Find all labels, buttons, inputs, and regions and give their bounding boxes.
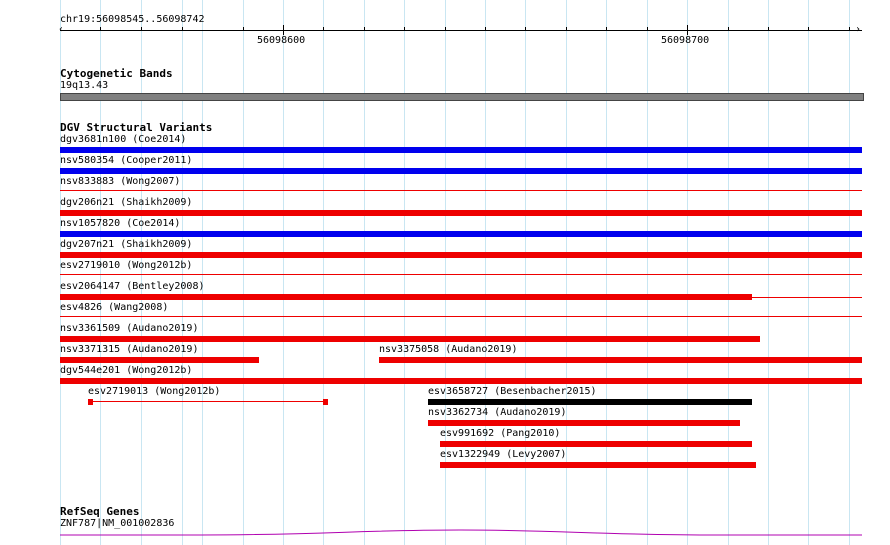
- feature-label: nsv1057820 (Coe2014): [60, 218, 181, 229]
- feature-label: nsv580354 (Cooper2011): [60, 155, 193, 166]
- cytoband-label: 19q13.43: [60, 80, 109, 91]
- feature-label: nsv3361509 (Audano2019): [60, 323, 199, 334]
- cytoband-bar[interactable]: [60, 93, 864, 101]
- feature-connector: [752, 297, 862, 298]
- ruler-tick-label: 56098700: [661, 35, 710, 46]
- ruler-tick: [243, 27, 244, 31]
- feature-bar[interactable]: [440, 441, 752, 447]
- feature-label: dgv3681n100 (Coe2014): [60, 134, 187, 145]
- ruler-tick: [364, 27, 365, 31]
- feature-label: esv3658727 (Besenbacher2015): [428, 386, 597, 397]
- grid-line: [202, 0, 203, 545]
- feature-bar[interactable]: [60, 168, 862, 174]
- ruler-tick: [606, 27, 607, 31]
- feature-bar[interactable]: [60, 190, 862, 191]
- feature-bar[interactable]: [60, 210, 862, 216]
- ruler-tick: [100, 27, 101, 31]
- feature-label: nsv833883 (Wong2007): [60, 176, 181, 187]
- ruler-tick-label: 56098600: [257, 35, 306, 46]
- grid-line: [141, 0, 142, 545]
- ruler-tick: [141, 27, 142, 31]
- ruler-tick: [849, 27, 850, 31]
- feature-bar[interactable]: [440, 462, 756, 468]
- feature-label: dgv207n21 (Shaikh2009): [60, 239, 193, 250]
- feature-connector[interactable]: [92, 401, 324, 402]
- genome-browser: chr19:56098545..56098742 ‹ › 56098600 56…: [0, 0, 890, 545]
- ruler-tick: [768, 27, 769, 31]
- feature-label: esv2719013 (Wong2012b): [88, 386, 221, 397]
- grid-line: [364, 0, 365, 545]
- ruler-axis: [60, 30, 862, 31]
- feature-bar[interactable]: [60, 294, 752, 300]
- feature-label: nsv3362734 (Audano2019): [428, 407, 567, 418]
- ruler-tick: [647, 27, 648, 31]
- ruler-right-arrow-icon[interactable]: ›: [855, 25, 861, 35]
- feature-bar[interactable]: [60, 231, 862, 237]
- feature-bar[interactable]: [60, 357, 259, 363]
- grid-line: [849, 0, 850, 545]
- ruler-tick: [445, 27, 446, 31]
- ruler-tick-major: [687, 25, 688, 35]
- gene-model[interactable]: [60, 526, 862, 538]
- ruler-tick-major: [283, 25, 284, 35]
- track-title[interactable]: DGV Structural Variants: [60, 121, 212, 134]
- track-title[interactable]: RefSeq Genes: [60, 505, 139, 518]
- feature-label: dgv544e201 (Wong2012b): [60, 365, 193, 376]
- ruler-left-arrow-icon[interactable]: ‹: [58, 25, 64, 35]
- ruler-tick: [728, 27, 729, 31]
- feature-label: esv4826 (Wang2008): [60, 302, 169, 313]
- ruler-tick: [566, 27, 567, 31]
- ruler-tick: [323, 27, 324, 31]
- grid-line: [182, 0, 183, 545]
- feature-bar[interactable]: [60, 336, 760, 342]
- grid-line: [243, 0, 244, 545]
- ruler-tick: [485, 27, 486, 31]
- feature-label: esv2719010 (Wong2012b): [60, 260, 193, 271]
- track-title[interactable]: Cytogenetic Bands: [60, 67, 173, 80]
- grid-line: [323, 0, 324, 545]
- ruler-location: chr19:56098545..56098742: [60, 14, 205, 25]
- feature-bar[interactable]: [60, 378, 862, 384]
- feature-bar[interactable]: [60, 147, 862, 153]
- feature-bar[interactable]: [428, 420, 740, 426]
- feature-label: nsv3375058 (Audano2019): [379, 344, 518, 355]
- ruler-tick: [404, 27, 405, 31]
- grid-line: [404, 0, 405, 545]
- feature-block[interactable]: [88, 399, 93, 405]
- feature-bar[interactable]: [60, 274, 862, 275]
- feature-label: esv991692 (Pang2010): [440, 428, 561, 439]
- ruler-tick: [525, 27, 526, 31]
- feature-bar[interactable]: [428, 399, 752, 405]
- feature-bar[interactable]: [379, 357, 862, 363]
- feature-label: dgv206n21 (Shaikh2009): [60, 197, 193, 208]
- grid-line: [768, 0, 769, 545]
- feature-label: esv1322949 (Levy2007): [440, 449, 567, 460]
- ruler-tick: [182, 27, 183, 31]
- grid-line: [808, 0, 809, 545]
- feature-label: nsv3371315 (Audano2019): [60, 344, 199, 355]
- feature-block[interactable]: [323, 399, 328, 405]
- feature-bar[interactable]: [60, 316, 862, 317]
- grid-line: [283, 0, 284, 545]
- feature-bar[interactable]: [60, 252, 862, 258]
- ruler-tick: [808, 27, 809, 31]
- feature-label: esv2064147 (Bentley2008): [60, 281, 205, 292]
